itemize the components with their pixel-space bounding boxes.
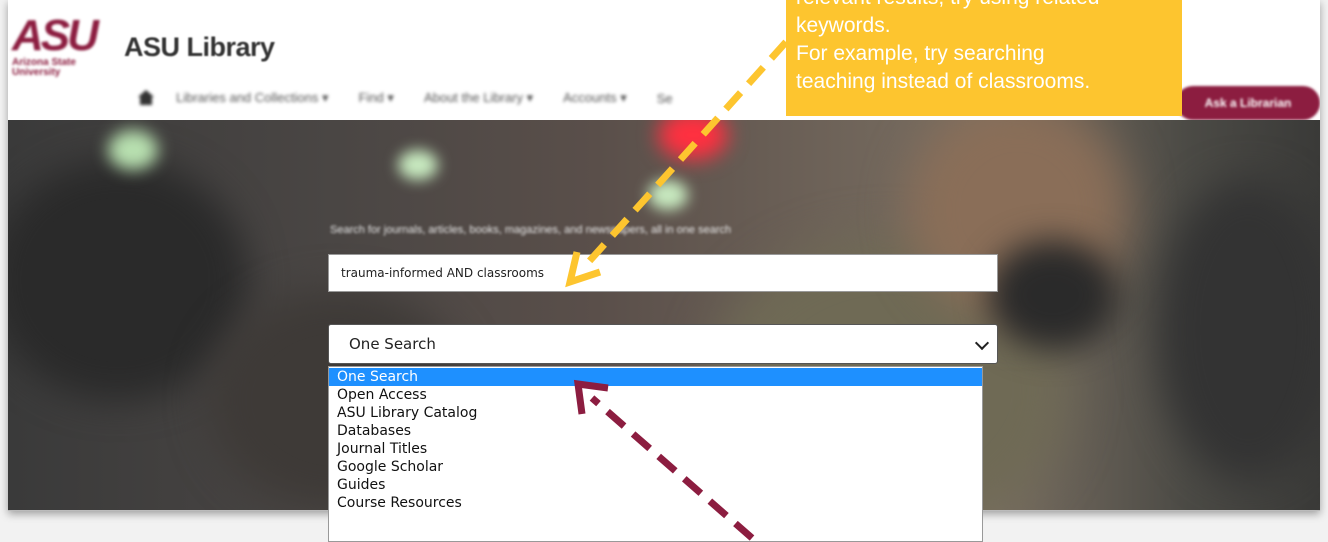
maroon-arrow-shaft (589, 395, 755, 541)
annotation-arrows (565, 39, 789, 541)
gold-arrow (565, 39, 789, 288)
maroon-arrow (573, 379, 755, 541)
gold-arrow-shaft (582, 39, 789, 269)
